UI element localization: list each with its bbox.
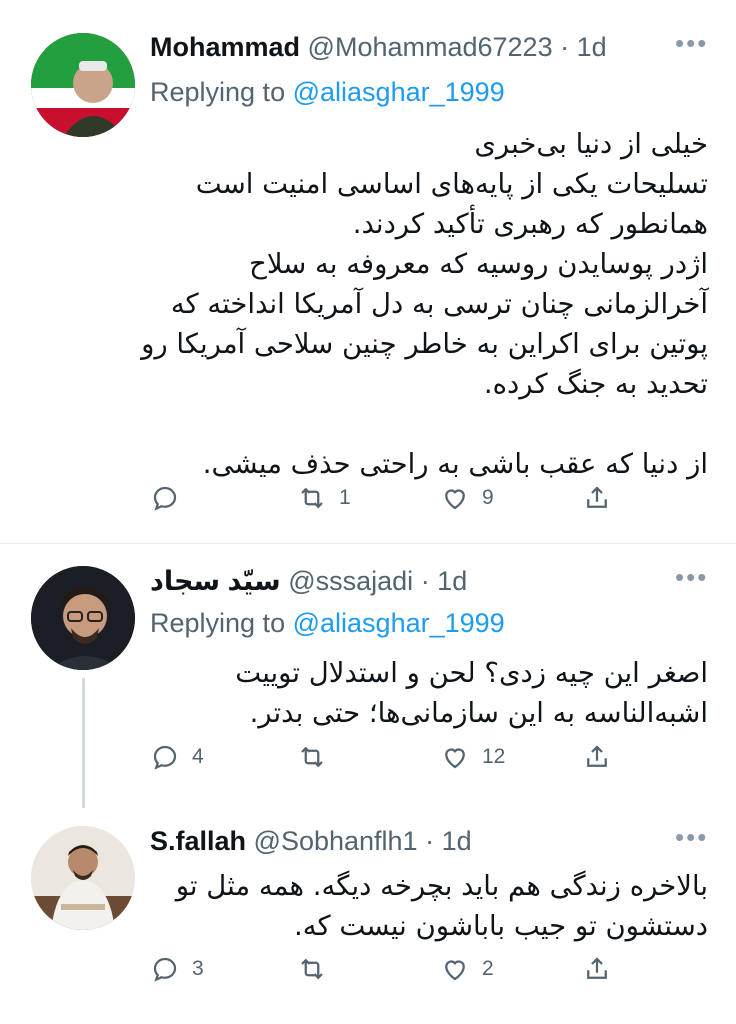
replying-to: Replying to @aliasghar_1999 <box>150 77 505 108</box>
more-icon[interactable]: ••• <box>675 562 708 593</box>
like-count: 2 <box>482 957 494 980</box>
reply-button[interactable]: 3 <box>150 954 204 984</box>
replying-prefix: Replying to <box>150 608 286 638</box>
retweet-button[interactable]: 1 <box>297 483 351 513</box>
reply-icon <box>153 957 177 982</box>
like-icon <box>445 489 465 510</box>
share-icon <box>587 745 607 767</box>
like-count: 9 <box>482 486 494 509</box>
like-button[interactable]: 12 <box>440 742 505 772</box>
reply-icon <box>153 486 177 511</box>
tweet-text: اصغر این چیه زدی؟ لحن و استدلال توییت اش… <box>235 657 708 729</box>
share-icon <box>587 957 607 979</box>
tweet-1[interactable]: Mohammad @Mohammad67223 · 1d ••• Replyin… <box>0 0 736 540</box>
author-name[interactable]: Mohammad <box>150 32 300 62</box>
more-icon[interactable]: ••• <box>675 28 708 59</box>
author-handle[interactable]: @Mohammad67223 <box>308 32 553 62</box>
retweet-icon <box>301 958 323 980</box>
like-button[interactable]: 2 <box>440 954 494 984</box>
retweet-button[interactable] <box>297 742 339 772</box>
timestamp[interactable]: · 1d <box>560 32 607 62</box>
author-handle[interactable]: @Sobhanflh1 <box>254 826 418 856</box>
timestamp[interactable]: · 1d <box>425 826 472 856</box>
reply-icon <box>153 745 177 770</box>
retweet-icon <box>301 746 323 768</box>
author-name[interactable]: S.fallah <box>150 826 246 856</box>
avatar[interactable] <box>31 33 135 137</box>
replying-to: Replying to @aliasghar_1999 <box>150 608 505 639</box>
like-icon <box>445 960 465 981</box>
reply-count: 4 <box>192 745 204 768</box>
timestamp[interactable]: · 1d <box>421 566 468 596</box>
like-count: 12 <box>482 745 506 768</box>
like-icon <box>445 748 465 769</box>
share-button[interactable] <box>582 742 612 772</box>
reply-button[interactable]: 4 <box>150 742 204 772</box>
tweet-text: خیلی از دنیا بی‌خبری تسلیحات یکی از پایه… <box>141 128 708 480</box>
retweet-button[interactable] <box>297 954 339 984</box>
tweet-3[interactable]: S.fallah @Sobhanflh1 · 1d ••• بالاخره زن… <box>0 808 736 1024</box>
tweet-text: بالاخره زندگی هم باید بچرخه دیگه. همه مث… <box>175 870 708 942</box>
author-handle[interactable]: @sssajadi <box>288 566 413 596</box>
replying-to-link[interactable]: @aliasghar_1999 <box>293 608 505 638</box>
share-icon <box>587 486 607 508</box>
retweet-count: 1 <box>339 486 351 509</box>
share-button[interactable] <box>582 483 612 513</box>
retweet-icon <box>301 487 323 509</box>
reply-count: 3 <box>192 957 204 980</box>
reply-button[interactable] <box>150 483 192 513</box>
like-button[interactable]: 9 <box>440 483 494 513</box>
author-name[interactable]: سیّد سجاد <box>150 566 281 596</box>
share-button[interactable] <box>582 954 612 984</box>
replying-prefix: Replying to <box>150 77 286 107</box>
tweet-2[interactable]: سیّد سجاد @sssajadi · 1d ••• Replying to… <box>0 544 736 808</box>
more-icon[interactable]: ••• <box>675 822 708 853</box>
replying-to-link[interactable]: @aliasghar_1999 <box>293 77 505 107</box>
